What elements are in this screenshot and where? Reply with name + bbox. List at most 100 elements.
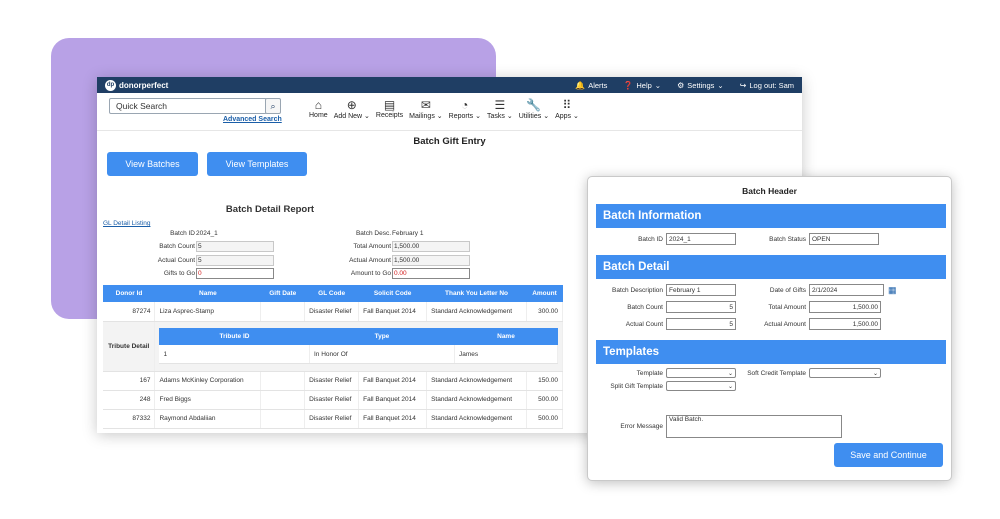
column-header[interactable]: Thank You Letter No <box>426 285 527 302</box>
report-batch-count: Batch Count 5 <box>127 241 274 252</box>
soft-credit-select[interactable]: ⌄ <box>809 368 881 378</box>
column-header[interactable]: Tribute ID <box>159 327 310 345</box>
report-batch-id: Batch ID 2024_1 <box>127 230 218 237</box>
field-label: Batch Count <box>627 303 663 311</box>
cell-donor-id: 87274 <box>103 302 156 322</box>
column-header[interactable]: Solicit Code <box>358 285 427 302</box>
template-select[interactable]: ⌄ <box>666 368 736 378</box>
settings-menu[interactable]: ⚙ Settings ⌄ <box>677 81 724 90</box>
split-gift-select[interactable]: ⌄ <box>666 381 736 391</box>
report-amount-to-go: Amount to Go 0.00 <box>312 268 470 279</box>
column-header[interactable]: Donor Id <box>103 285 155 302</box>
tribute-row: Tribute Detail Tribute ID Type Name 1 In… <box>103 321 563 372</box>
menu-add-new[interactable]: ⊕ Add New ⌄ <box>331 98 373 120</box>
tribute-container: Tribute ID Type Name 1 In Honor Of James <box>154 321 563 372</box>
batch-id-field[interactable]: 2024_1 <box>666 233 736 245</box>
batch-description-field[interactable]: February 1 <box>666 284 736 296</box>
gift-table: Donor Id Name Gift Date GL Code Solicit … <box>103 285 564 429</box>
report-total-amount: Total Amount 1,500.00 <box>312 241 470 252</box>
total-amount-field[interactable]: 1,500.00 <box>809 301 881 313</box>
cell-letter: Standard Acknowledgement <box>426 390 527 410</box>
column-header[interactable]: Name <box>454 327 558 345</box>
field-label: Batch Count <box>159 243 195 250</box>
mail-icon: ✉ <box>420 98 431 112</box>
cell-solicit-code: Fall Banquet 2014 <box>358 371 428 391</box>
menu-utilities[interactable]: 🔧 Utilities ⌄ <box>516 98 552 120</box>
batch-status-field[interactable]: OPEN <box>809 233 879 245</box>
gl-detail-link[interactable]: GL Detail Listing <box>103 220 150 227</box>
save-and-continue-button[interactable]: Save and Continue <box>834 443 943 467</box>
field-label: Date of Gifts <box>769 286 806 294</box>
column-header[interactable]: Gift Date <box>260 285 305 302</box>
logout-button[interactable]: ↪ Log out: Sam <box>740 81 794 90</box>
cell-gift-date <box>260 371 306 391</box>
alerts-button[interactable]: 🔔 Alerts <box>575 81 607 90</box>
cell-letter: Standard Acknowledgement <box>426 409 527 429</box>
column-header[interactable]: GL Code <box>304 285 359 302</box>
field-label: Batch ID <box>638 235 663 243</box>
table-row[interactable]: 87274 Liza Asprec-Stamp Disaster Relief … <box>103 302 564 322</box>
app-name: donorperfect <box>119 80 169 90</box>
field-value: 1,500.00 <box>392 255 470 266</box>
table-row[interactable]: 87332 Raymond Abdaliian Disaster Relief … <box>103 409 564 429</box>
app-logo[interactable]: dp donorperfect <box>105 79 169 91</box>
table-header-row: Donor Id Name Gift Date GL Code Solicit … <box>103 285 563 302</box>
menu-home[interactable]: ⌂ Home <box>306 98 331 120</box>
cell-letter: Standard Acknowledgement <box>426 371 527 391</box>
cell-name: Fred Biggs <box>154 390 262 410</box>
cell-tribute-type: In Honor Of <box>309 344 455 365</box>
field-value: 5 <box>196 241 274 252</box>
table-row[interactable]: 167 Adams McKinley Corporation Disaster … <box>103 371 564 391</box>
search-button[interactable]: ⌕ <box>265 98 281 114</box>
view-batches-button[interactable]: View Batches <box>107 152 198 176</box>
cell-solicit-code: Fall Banquet 2014 <box>358 409 428 429</box>
column-header[interactable]: Type <box>309 327 455 345</box>
logout-label: Log out: Sam <box>749 80 794 90</box>
error-message-field[interactable]: Valid Batch. <box>666 415 842 438</box>
table-row[interactable]: 248 Fred Biggs Disaster Relief Fall Banq… <box>103 390 564 410</box>
add-icon: ⊕ <box>346 98 357 112</box>
menu-tasks[interactable]: ☰ Tasks ⌄ <box>484 98 516 120</box>
field-label: Batch Status <box>769 235 806 243</box>
menu-mailings[interactable]: ✉ Mailings ⌄ <box>406 98 446 120</box>
chevron-down-icon: ⌄ <box>872 370 878 377</box>
cell-amount: 500.00 <box>526 409 564 429</box>
cell-gift-date <box>260 390 306 410</box>
help-menu[interactable]: ❓ Help ⌄ <box>623 81 661 90</box>
menu-receipts[interactable]: ▤ Receipts <box>373 98 406 120</box>
calendar-icon[interactable]: ▦ <box>888 285 897 296</box>
report-title: Batch Detail Report <box>225 204 315 215</box>
cell-name: Raymond Abdaliian <box>154 409 262 429</box>
column-header[interactable]: Name <box>154 285 261 302</box>
dialog-split-gift: Split Gift Template ⌄ <box>588 381 736 391</box>
menu-reports[interactable]: ◔ Reports ⌄ <box>446 98 484 120</box>
receipt-icon: ▤ <box>383 98 396 112</box>
dialog-error-message: Error Message Valid Batch. <box>588 415 842 438</box>
search-input[interactable]: Quick Search <box>109 98 267 114</box>
view-templates-button[interactable]: View Templates <box>207 152 307 176</box>
menu-apps[interactable]: ⠿ Apps ⌄ <box>552 98 582 120</box>
field-label: Batch Description <box>612 286 663 294</box>
cell-gl-code: Disaster Relief <box>304 390 360 410</box>
actual-count-field[interactable]: 5 <box>666 318 736 330</box>
column-header[interactable]: Amount <box>526 285 563 302</box>
dialog-template: Template ⌄ <box>588 368 736 378</box>
actual-amount-field[interactable]: 1,500.00 <box>809 318 881 330</box>
nav-bar: Quick Search ⌕ Advanced Search ⌂ Home ⊕ Ad… <box>97 93 802 131</box>
menu-label: Add New ⌄ <box>333 113 370 120</box>
report-batch-desc: Batch Desc. February 1 <box>312 230 423 237</box>
field-label: Batch Desc. <box>355 230 391 237</box>
advanced-search-link[interactable]: Advanced Search <box>223 116 282 123</box>
pie-chart-icon: ◔ <box>461 98 469 112</box>
cell-gl-code: Disaster Relief <box>304 302 360 322</box>
tasks-icon: ☰ <box>494 98 506 112</box>
settings-label: Settings <box>687 80 715 90</box>
chevron-down-icon: ⌄ <box>717 80 724 90</box>
tribute-data-row[interactable]: 1 In Honor Of James <box>159 344 559 365</box>
field-label: Soft Credit Template <box>747 369 806 377</box>
cell-name: Adams McKinley Corporation <box>154 371 262 391</box>
top-bar: dp donorperfect 🔔 Alerts ❓ Help ⌄ ⚙ Sett… <box>97 77 802 93</box>
date-of-gifts-field[interactable]: 2/1/2024 <box>809 284 884 296</box>
batch-count-field[interactable]: 5 <box>666 301 736 313</box>
alerts-label: Alerts <box>588 80 608 90</box>
